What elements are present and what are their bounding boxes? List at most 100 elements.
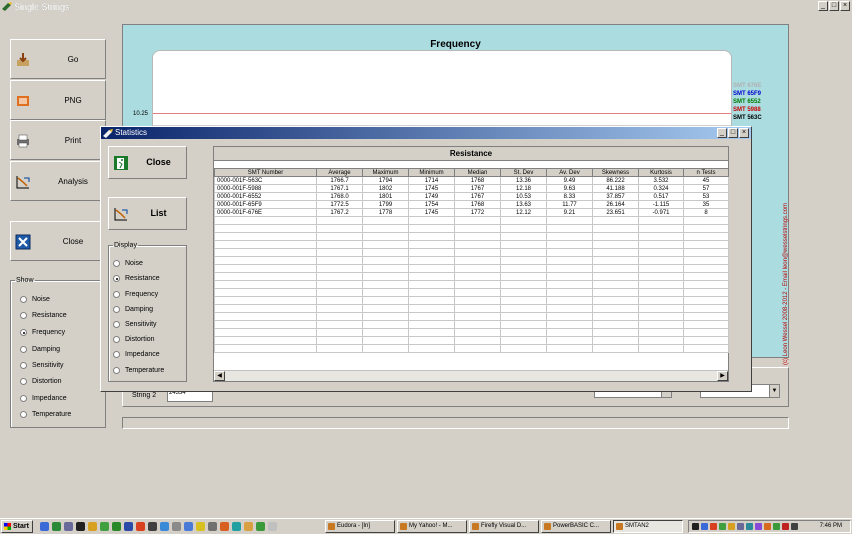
quicklaunch-app-icon[interactable]: [136, 522, 145, 531]
tray-icon[interactable]: [755, 523, 762, 530]
column-header[interactable]: St. Dev: [500, 168, 547, 177]
quicklaunch-app-icon[interactable]: [268, 522, 277, 531]
tray-icon[interactable]: [791, 523, 798, 530]
column-header[interactable]: Median: [454, 168, 501, 177]
column-header[interactable]: Av. Dev: [546, 168, 593, 177]
show-radio-distortion[interactable]: Distortion: [20, 378, 62, 385]
quicklaunch-app-icon[interactable]: [196, 522, 205, 531]
quicklaunch-cmd-icon[interactable]: [76, 522, 85, 531]
quicklaunch-app-icon[interactable]: [52, 522, 61, 531]
stats-list-button[interactable]: List: [108, 197, 187, 230]
scroll-right-button[interactable]: ▶: [717, 371, 728, 381]
task-smtan2[interactable]: SMTAN2: [613, 520, 683, 533]
quicklaunch-app-icon[interactable]: [208, 522, 217, 531]
display-radio-resistance[interactable]: Resistance: [113, 275, 160, 282]
empty-table-row[interactable]: [214, 264, 729, 273]
tray-icon[interactable]: [764, 523, 771, 530]
empty-table-row[interactable]: [214, 272, 729, 281]
print-button[interactable]: Print: [10, 120, 106, 160]
go-button[interactable]: Go: [10, 39, 106, 79]
tray-icon[interactable]: [782, 523, 789, 530]
scroll-left-button[interactable]: ◀: [214, 371, 225, 381]
tray-icon[interactable]: [692, 523, 699, 530]
tray-icon[interactable]: [728, 523, 735, 530]
table-row[interactable]: 0000-001F-676E 1767.2 1778 1745 1772 12.12 9.2…: [214, 208, 729, 217]
quicklaunch-app-icon[interactable]: [148, 522, 157, 531]
resistance-table[interactable]: Resistance SMT Number Average Maximum Mi…: [213, 146, 729, 382]
quicklaunch-app-icon[interactable]: [244, 522, 253, 531]
show-radio-resistance[interactable]: Resistance: [20, 312, 67, 319]
tray-icon[interactable]: [746, 523, 753, 530]
task-powerbasic[interactable]: PowerBASIC C...: [541, 520, 611, 533]
stats-close-button[interactable]: Close: [108, 146, 187, 179]
display-radio-damping[interactable]: Damping: [113, 306, 153, 313]
display-radio-noise[interactable]: Noise: [113, 260, 143, 267]
column-header[interactable]: Kurtosis: [638, 168, 684, 177]
empty-table-row[interactable]: [214, 288, 729, 297]
tray-icon[interactable]: [737, 523, 744, 530]
display-radio-frequency[interactable]: Frequency: [113, 291, 158, 298]
quicklaunch-app-icon[interactable]: [256, 522, 265, 531]
quicklaunch-app-icon[interactable]: [100, 522, 109, 531]
column-header[interactable]: Maximum: [362, 168, 409, 177]
quicklaunch-app-icon[interactable]: [184, 522, 193, 531]
empty-table-row[interactable]: [214, 304, 729, 313]
quicklaunch-app-icon[interactable]: [88, 522, 97, 531]
statistics-close-window-button[interactable]: ×: [739, 128, 749, 138]
empty-table-row[interactable]: [214, 224, 729, 233]
empty-table-row[interactable]: [214, 344, 729, 353]
show-radio-impedance[interactable]: Impedance: [20, 395, 67, 402]
empty-table-row[interactable]: [214, 216, 729, 225]
show-radio-damping[interactable]: Damping: [20, 346, 60, 353]
quicklaunch-ie-icon[interactable]: [40, 522, 49, 531]
png-button[interactable]: PNG: [10, 80, 106, 120]
display-radio-temperature[interactable]: Temperature: [113, 367, 164, 374]
quicklaunch-app-icon[interactable]: [220, 522, 229, 531]
tray-icon[interactable]: [719, 523, 726, 530]
column-header[interactable]: Skewness: [592, 168, 639, 177]
quicklaunch-app-icon[interactable]: [172, 522, 181, 531]
tray-icon[interactable]: [701, 523, 708, 530]
task-eudora[interactable]: Eudora - [In]: [325, 520, 395, 533]
tray-icon[interactable]: [710, 523, 717, 530]
task-yahoo[interactable]: My Yahoo! - M...: [397, 520, 467, 533]
main-close-button[interactable]: Close: [10, 221, 106, 261]
tray-icon[interactable]: [773, 523, 780, 530]
display-radio-impedance[interactable]: Impedance: [113, 351, 160, 358]
close-window-button[interactable]: ×: [840, 1, 850, 11]
start-button[interactable]: Start: [1, 520, 33, 533]
empty-table-row[interactable]: [214, 280, 729, 289]
show-radio-frequency[interactable]: Frequency: [20, 329, 65, 336]
table-row[interactable]: 0000-001F-563C 1766.7 1794 1714 1768 13.36 9.4…: [214, 176, 729, 185]
quicklaunch-excel-icon[interactable]: [112, 522, 121, 531]
empty-table-row[interactable]: [214, 328, 729, 337]
empty-table-row[interactable]: [214, 256, 729, 265]
column-header[interactable]: n Tests: [683, 168, 729, 177]
empty-table-row[interactable]: [214, 240, 729, 249]
task-firefly[interactable]: Firefly Visual D...: [469, 520, 539, 533]
column-header[interactable]: Minimum: [408, 168, 455, 177]
table-row[interactable]: 0000-001F-6552 1768.0 1801 1749 1767 10.53 8.3…: [214, 192, 729, 201]
quicklaunch-app-icon[interactable]: [232, 522, 241, 531]
statistics-minimize-button[interactable]: _: [717, 128, 727, 138]
table-row[interactable]: 0000-001F-5988 1767.1 1802 1745 1767 12.18 9.6…: [214, 184, 729, 193]
empty-table-row[interactable]: [214, 312, 729, 321]
empty-table-row[interactable]: [214, 232, 729, 241]
column-header[interactable]: Average: [316, 168, 363, 177]
quicklaunch-word-icon[interactable]: [124, 522, 133, 531]
maximize-button[interactable]: □: [829, 1, 839, 11]
column-header[interactable]: SMT Number: [214, 168, 317, 177]
statistics-maximize-button[interactable]: □: [728, 128, 738, 138]
minimize-button[interactable]: _: [818, 1, 828, 11]
empty-table-row[interactable]: [214, 296, 729, 305]
analysis-button[interactable]: Analysis: [10, 161, 106, 201]
empty-table-row[interactable]: [214, 320, 729, 329]
show-radio-temperature[interactable]: Temperature: [20, 411, 71, 418]
quicklaunch-app-icon[interactable]: [160, 522, 169, 531]
quicklaunch-app-icon[interactable]: [64, 522, 73, 531]
horizontal-scrollbar[interactable]: ◀ ▶: [214, 370, 728, 381]
empty-table-row[interactable]: [214, 336, 729, 345]
show-radio-noise[interactable]: Noise: [20, 296, 50, 303]
empty-table-row[interactable]: [214, 248, 729, 257]
display-radio-sensitivity[interactable]: Sensitivity: [113, 321, 157, 328]
